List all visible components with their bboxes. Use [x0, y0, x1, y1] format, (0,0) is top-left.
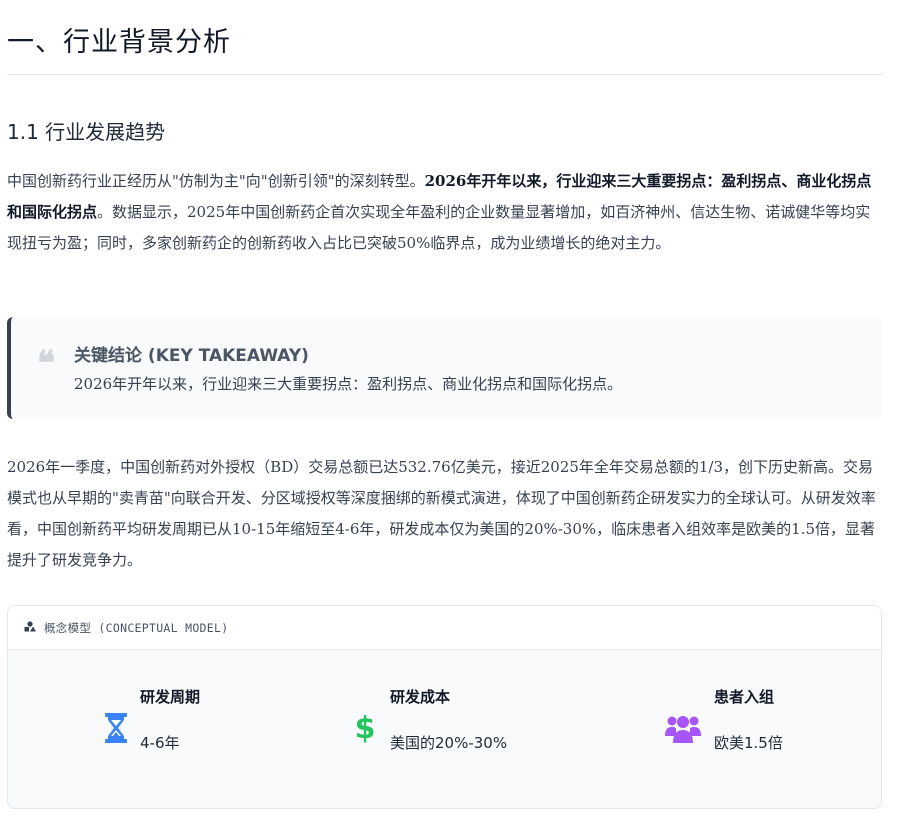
conceptual-model-card: 概念模型 (CONCEPTUAL MODEL) 研发周期 4-6年 $ 研发成本…	[7, 605, 882, 809]
section-heading: 1.1 行业发展趋势	[7, 120, 166, 144]
takeaway-title: 关键结论 (KEY TAKEAWAY)	[74, 346, 309, 366]
takeaway-text: 2026年开年以来，行业迎来三大重要拐点：盈利拐点、商业化拐点和国际化拐点。	[74, 375, 623, 393]
model-item-value: 美国的20%-30%	[390, 734, 508, 752]
key-takeaway-callout: ❝ 关键结论 (KEY TAKEAWAY) 2026年开年以来，行业迎来三大重要…	[7, 317, 882, 419]
model-item-title: 研发周期	[140, 688, 201, 706]
svg-text:$: $	[355, 711, 376, 744]
page-heading: 一、行业背景分析	[7, 27, 231, 58]
dollar-icon: $	[354, 710, 376, 748]
model-item-title: 患者入组	[714, 688, 775, 706]
model-item-title: 研发成本	[390, 688, 451, 706]
model-header: 概念模型 (CONCEPTUAL MODEL)	[8, 606, 881, 650]
bd-paragraph: 2026年一季度，中国创新药对外授权（BD）交易总额已达532.76亿美元，接近…	[7, 458, 876, 569]
model-item-value: 4-6年	[140, 734, 180, 752]
quote-icon: ❝	[37, 344, 56, 384]
intro-paragraph: 中国创新药行业正经历从"仿制为主"向"创新引领"的深刻转型。2026年开年以来，…	[7, 172, 872, 252]
heading-divider	[7, 74, 882, 75]
hourglass-icon	[104, 712, 128, 748]
shapes-icon	[24, 620, 36, 635]
model-header-label: 概念模型 (CONCEPTUAL MODEL)	[44, 620, 229, 635]
users-icon	[664, 714, 702, 748]
model-item-value: 欧美1.5倍	[714, 734, 783, 752]
